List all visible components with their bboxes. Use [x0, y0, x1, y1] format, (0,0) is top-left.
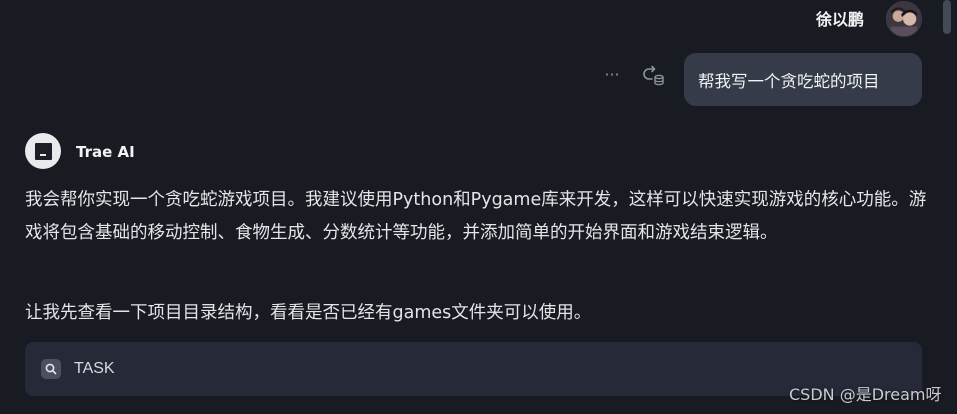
user-message-bubble: 帮我写一个贪吃蛇的项目	[684, 53, 922, 106]
task-label: TASK	[74, 360, 115, 377]
scrollbar-thumb[interactable]	[943, 0, 951, 34]
user-avatar-image	[887, 2, 921, 36]
trae-logo-icon	[34, 142, 52, 160]
assistant-name: Trae AI	[76, 143, 135, 161]
watermark: CSDN @是Dream呀	[789, 385, 942, 404]
assistant-message-paragraph: 让我先查看一下项目目录结构，看看是否已经有games文件夹可以使用。	[25, 303, 592, 323]
task-panel[interactable]: TASK	[25, 342, 922, 396]
assistant-message-paragraph: 我会帮你实现一个贪吃蛇游戏项目。我建议使用Python和Pygame库来开发，这…	[25, 190, 927, 243]
chat-window: 徐以鹏 ··· 帮我写一个贪吃蛇的项目 Trae AI 我会帮你实现一个贪吃蛇游…	[0, 0, 957, 414]
assistant-avatar	[25, 133, 61, 169]
more-horizontal-icon[interactable]: ···	[601, 64, 623, 86]
user-name: 徐以鹏	[816, 10, 865, 29]
user-avatar[interactable]	[886, 1, 922, 37]
user-message-text: 帮我写一个贪吃蛇的项目	[698, 71, 880, 91]
search-icon	[41, 359, 61, 379]
retry-icon[interactable]	[640, 63, 666, 89]
